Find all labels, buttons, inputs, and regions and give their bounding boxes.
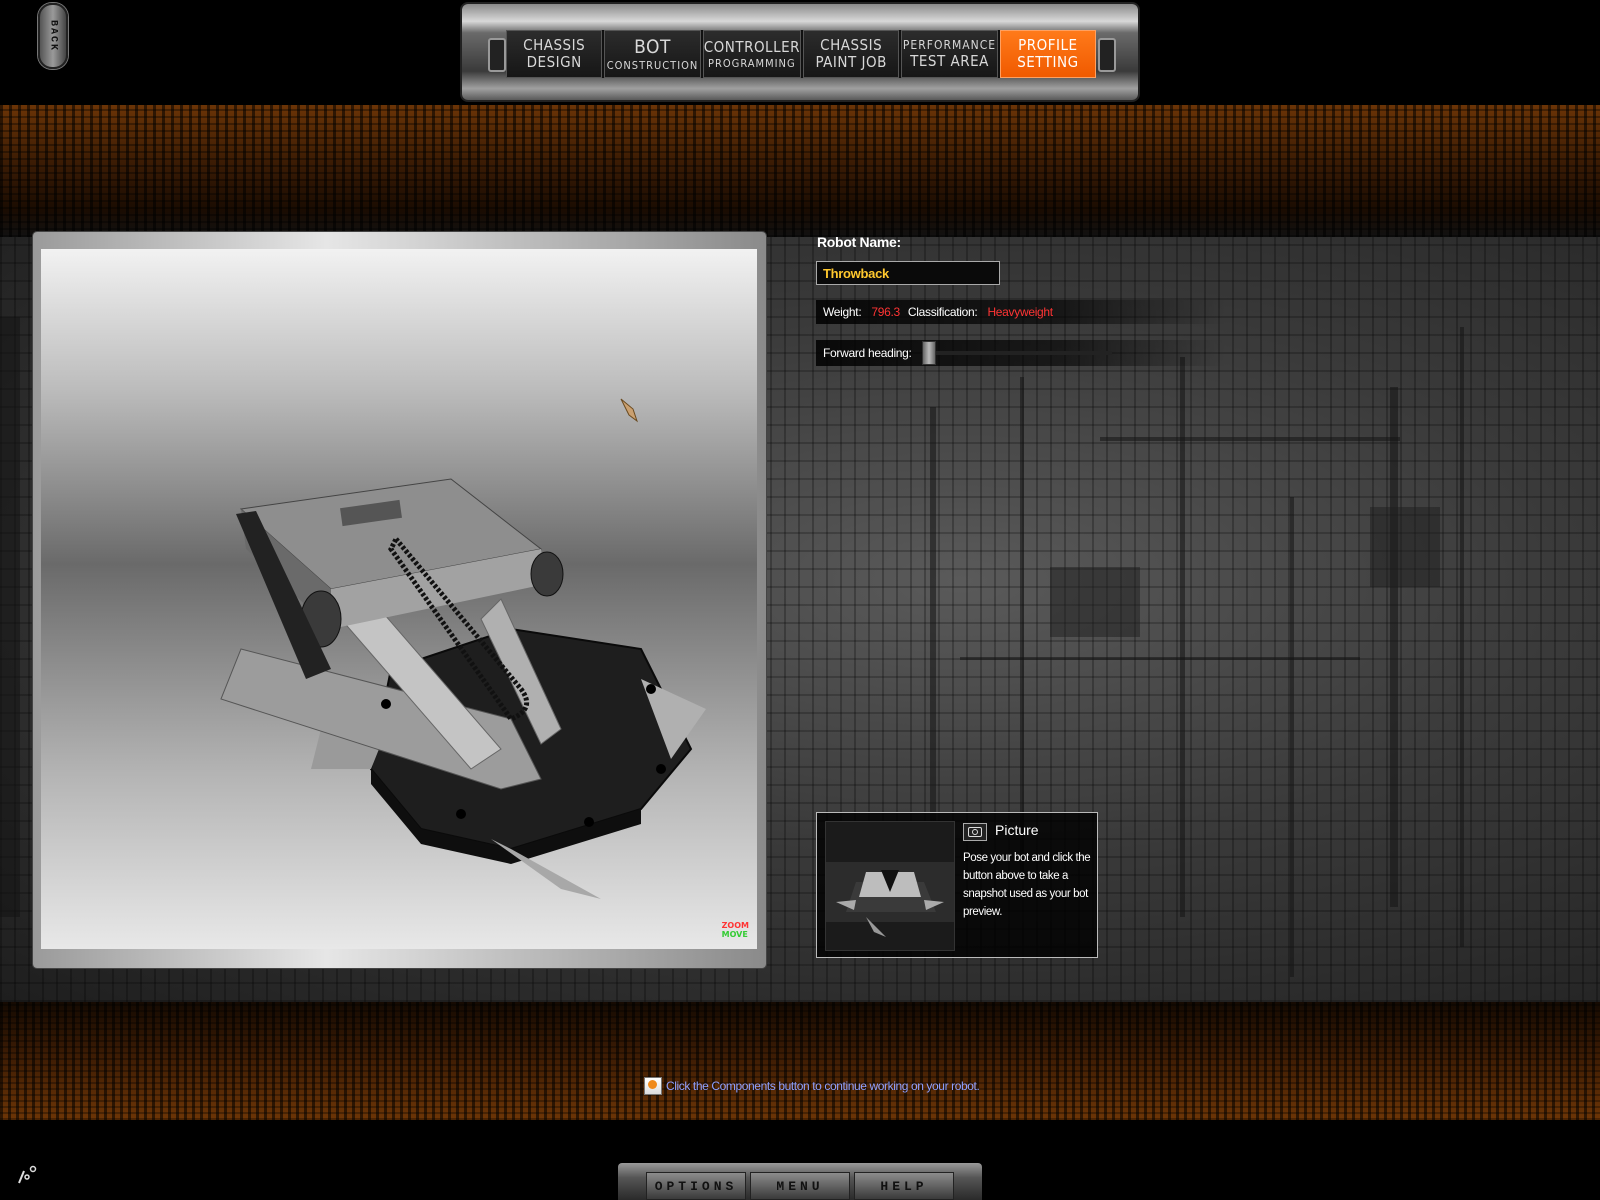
tab-line1: CHASSIS: [523, 36, 586, 54]
back-button-label: BACK: [47, 19, 59, 52]
background-band-top: [0, 105, 1600, 237]
tip-icon: [644, 1077, 662, 1095]
back-button[interactable]: BACK: [38, 3, 68, 69]
move-label: MOVE: [721, 930, 748, 939]
tab-line2: TEST AREA: [910, 52, 989, 70]
picture-panel: Picture Pose your bot and click the butt…: [816, 812, 1098, 958]
tip-text: Click the Components button to continue …: [666, 1079, 980, 1093]
forward-heading-slider-thumb[interactable]: [921, 341, 936, 365]
tab-chassis-paint-job[interactable]: CHASSIS PAINT JOB: [803, 30, 900, 78]
tab-performance-test-area[interactable]: PERFORMANCE TEST AREA: [901, 30, 998, 78]
stats-bar: Weight: 796.3 Classification: Heavyweigh…: [816, 300, 1226, 324]
zoom-control[interactable]: ZOOM MOVE: [722, 921, 749, 939]
robot-3d-viewport[interactable]: ZOOM MOVE: [41, 249, 757, 949]
menu-button[interactable]: MENU: [750, 1172, 850, 1200]
weight-label: Weight:: [823, 305, 862, 319]
robot-name-input[interactable]: [816, 261, 1000, 285]
tab-line1: CHASSIS: [820, 36, 883, 54]
forward-heading-row: Forward heading:: [816, 340, 1226, 366]
tab-controller-programming[interactable]: CONTROLLER PROGRAMMING: [702, 30, 801, 78]
classification-value: Heavyweight: [987, 305, 1053, 319]
tab-profile-setting[interactable]: PROFILE SETTING: [999, 30, 1097, 78]
robot-model: [220, 398, 706, 899]
background-band-bottom: [0, 1002, 1600, 1120]
tab-chassis-design[interactable]: CHASSIS DESIGN: [506, 30, 603, 78]
tip-bar: Click the Components button to continue …: [644, 1077, 980, 1095]
main-nav: CHASSIS DESIGN BOT CONSTRUCTION CONTROLL…: [506, 30, 1097, 78]
forward-heading-label: Forward heading:: [823, 346, 912, 360]
nav-cap-right: [1098, 38, 1116, 72]
bot-preview-thumbnail: [825, 821, 955, 951]
settings-glyph-icon[interactable]: [16, 1163, 38, 1185]
tab-line2: SETTING: [1017, 53, 1079, 71]
tab-bot-construction[interactable]: BOT CONSTRUCTION: [604, 30, 701, 78]
forward-heading-slider[interactable]: [921, 341, 1112, 365]
picture-title: Picture: [995, 822, 1039, 838]
camera-icon: [968, 827, 982, 837]
tab-line1: PROFILE: [1018, 36, 1078, 54]
tab-line1: BOT: [634, 35, 671, 58]
nav-cap-left: [488, 38, 506, 72]
help-button[interactable]: HELP: [854, 1172, 954, 1200]
picture-description: Pose your bot and click the button above…: [963, 852, 1091, 918]
classification-label: Classification:: [907, 305, 978, 319]
tab-line2: DESIGN: [526, 53, 582, 71]
tab-line2: PAINT JOB: [815, 53, 887, 71]
options-button[interactable]: OPTIONS: [646, 1172, 746, 1200]
tab-line1: PERFORMANCE: [902, 38, 997, 52]
take-snapshot-button[interactable]: [963, 823, 987, 841]
robot-name-label: Robot Name:: [817, 234, 901, 250]
zoom-label: ZOOM: [721, 921, 749, 930]
bottom-menu: OPTIONS MENU HELP: [646, 1172, 954, 1200]
tab-line2: PROGRAMMING: [708, 56, 796, 70]
tab-line1: CONTROLLER: [703, 37, 800, 56]
tab-line2: CONSTRUCTION: [606, 58, 699, 72]
weight-value: 796.3: [871, 305, 900, 319]
